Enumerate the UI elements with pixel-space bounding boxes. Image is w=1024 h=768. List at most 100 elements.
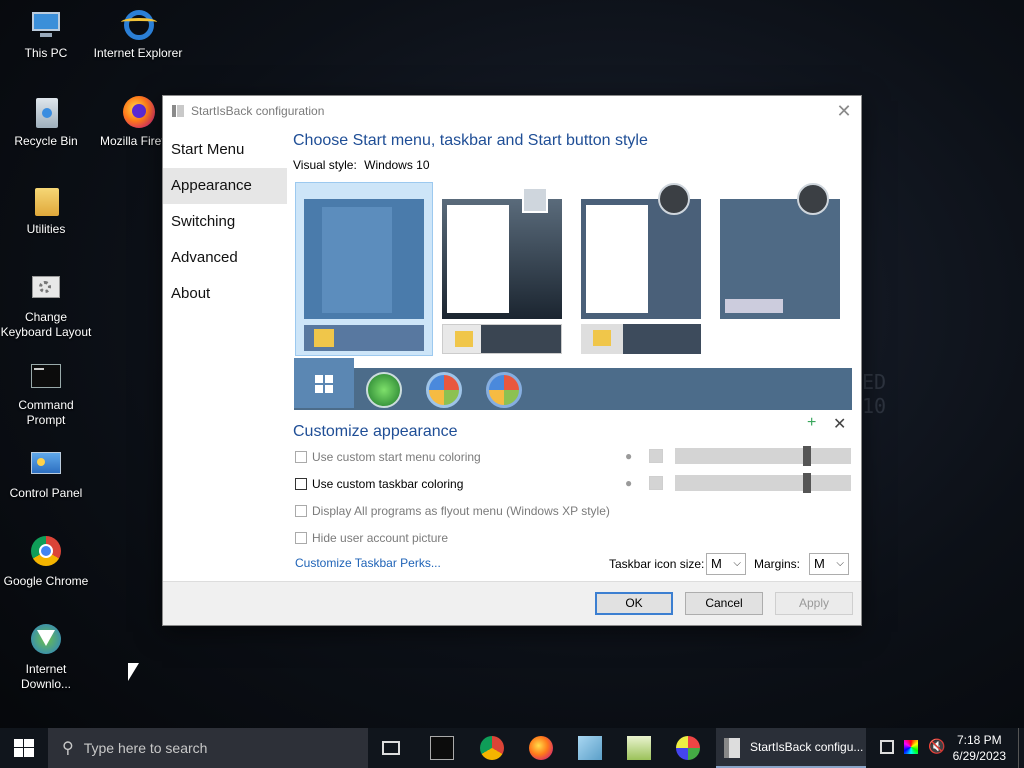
style-thumbnail-windows7[interactable] [442,187,562,319]
recycle-bin-icon [29,96,63,130]
color-picker-icon[interactable] [904,740,918,754]
notepadpp-taskbar-icon[interactable] [627,736,651,760]
visual-style-value: Windows 10 [364,158,430,172]
task-view-icon[interactable] [382,741,400,755]
margins-label: Margins: [754,557,801,571]
apply-button[interactable]: Apply [775,592,853,615]
color-drop-icon[interactable]: ● [625,449,637,463]
taskbar-style-2[interactable] [442,324,562,354]
taskbar-opacity-slider[interactable] [675,473,851,493]
startisback-config-window: StartIsBack configuration ✕ Start Menu A… [162,95,862,626]
search-icon: ⚲ [62,740,74,757]
title-bar[interactable]: StartIsBack configuration [163,96,861,126]
customize-heading: Customize appearance [293,423,458,440]
desktop-icon-internet-explorer[interactable]: Internet Explorer [92,8,184,61]
nav-item-appearance[interactable]: Appearance [163,168,287,204]
customize-taskbar-perks-link[interactable]: Customize Taskbar Perks... [295,556,441,570]
startisback-app-icon [171,104,185,118]
taskbar-icon-size-select[interactable]: M ⌵ [706,553,746,575]
start-button-win7-orb-icon[interactable] [426,372,462,408]
network-icon[interactable] [880,740,894,754]
nav-item-advanced[interactable]: Advanced [163,240,287,276]
desktop-icon-command-prompt[interactable]: Command Prompt [0,360,92,428]
style-thumbnail-windows10[interactable] [295,182,433,356]
notepad-taskbar-icon[interactable] [578,736,602,760]
clock-time: 7:18 PM [956,733,1002,747]
start-button-style-strip [294,358,852,410]
close-icon[interactable]: ✕ [833,100,855,122]
chevron-down-icon: ⌵ [733,558,741,569]
windows-logo-icon [14,739,34,757]
visual-style-row: Visual style: Windows 10 [293,158,851,172]
desktop-icon-change-keyboard-layout[interactable]: Change Keyboard Layout [0,272,92,340]
system-tray: 🔇 [876,728,946,768]
taskbar-clock[interactable]: 7:18 PM 6/29/2023 [953,732,1006,764]
checkbox[interactable] [295,532,307,544]
option-custom-start-menu-coloring[interactable]: Use custom start menu coloring [295,450,481,464]
slider-thumb[interactable] [803,446,811,466]
desktop-icon-internet-download-manager[interactable]: Internet Downlo... [0,624,92,692]
start-button-win7-flag-icon[interactable] [486,372,522,408]
desktop-icon-this-pc[interactable]: This PC [0,8,92,61]
nav-item-switching[interactable]: Switching [163,204,287,240]
option-hide-account-picture[interactable]: Hide user account picture [295,531,448,545]
remove-icon[interactable]: ✕ [833,414,846,434]
idm-icon [29,624,63,658]
start-button-windows10-icon[interactable] [294,358,354,408]
option-flyout-all-programs[interactable]: Display All programs as flyout menu (Win… [295,504,610,518]
taskbar-search[interactable]: ⚲ Type here to search [48,728,368,768]
dialog-footer: OK Cancel Apply [163,581,861,625]
appearance-panel: Choose Start menu, taskbar and Start but… [293,132,851,172]
search-placeholder: Type here to search [83,740,208,756]
color-drop-icon[interactable]: ● [625,476,637,490]
checkbox[interactable] [295,505,307,517]
chrome-icon [29,536,63,570]
nav-item-about[interactable]: About [163,276,287,312]
style-thumbnail-windows8[interactable] [581,183,701,319]
folder-icon [29,184,63,218]
show-desktop-button[interactable] [1018,728,1024,768]
volume-muted-icon[interactable]: 🔇 [928,738,945,755]
cmd-icon [29,360,63,394]
slider-thumb[interactable] [803,473,811,493]
desktop-icon-utilities[interactable]: Utilities [0,184,92,237]
checkbox[interactable] [295,451,307,463]
sidebar-nav: Start Menu Appearance Switching Advanced… [163,132,287,312]
start-button-clover-icon[interactable] [366,372,402,408]
start-button[interactable] [0,728,48,768]
start-menu-opacity-slider[interactable] [675,446,851,466]
mouse-cursor-icon [128,663,139,681]
desktop-icon-control-panel[interactable]: Control Panel [0,448,92,501]
add-icon[interactable]: + [807,414,816,432]
ie-icon [121,8,157,42]
control-panel-icon [29,448,63,482]
startisback-app-icon [724,738,740,758]
taskbar: ⚲ Type here to search StartIsBack config… [0,728,1024,768]
desktop-icon-recycle-bin[interactable]: Recycle Bin [0,96,92,149]
color-swatch[interactable] [649,449,663,463]
cmd-taskbar-icon[interactable] [430,736,454,760]
taskbar-icon-size-label: Taskbar icon size: [609,557,705,571]
margins-select[interactable]: M ⌵ [809,553,849,575]
taskbar-style-3[interactable] [581,324,701,354]
desktop-icon-google-chrome[interactable]: Google Chrome [0,536,92,589]
keyboard-icon [29,272,63,306]
cancel-button[interactable]: Cancel [685,592,763,615]
clock-date: 6/29/2023 [952,749,1006,763]
wallpaper-text: ED 10 [862,370,887,418]
option-custom-taskbar-coloring[interactable]: Use custom taskbar coloring [295,477,463,491]
computer-icon [29,8,63,42]
paint-taskbar-icon[interactable] [676,736,700,760]
firefox-taskbar-icon[interactable] [529,736,553,760]
taskbar-app-startisback[interactable]: StartIsBack configu... [716,728,866,768]
color-swatch[interactable] [649,476,663,490]
chrome-taskbar-icon[interactable] [480,736,504,760]
nav-item-start-menu[interactable]: Start Menu [163,132,287,168]
chevron-down-icon: ⌵ [836,558,844,569]
checkbox[interactable] [295,478,307,490]
page-title: Choose Start menu, taskbar and Start but… [293,132,648,149]
window-title: StartIsBack configuration [191,104,325,118]
visual-style-label: Visual style: [293,158,357,172]
style-thumbnail-plain[interactable] [720,183,840,319]
ok-button[interactable]: OK [595,592,673,615]
